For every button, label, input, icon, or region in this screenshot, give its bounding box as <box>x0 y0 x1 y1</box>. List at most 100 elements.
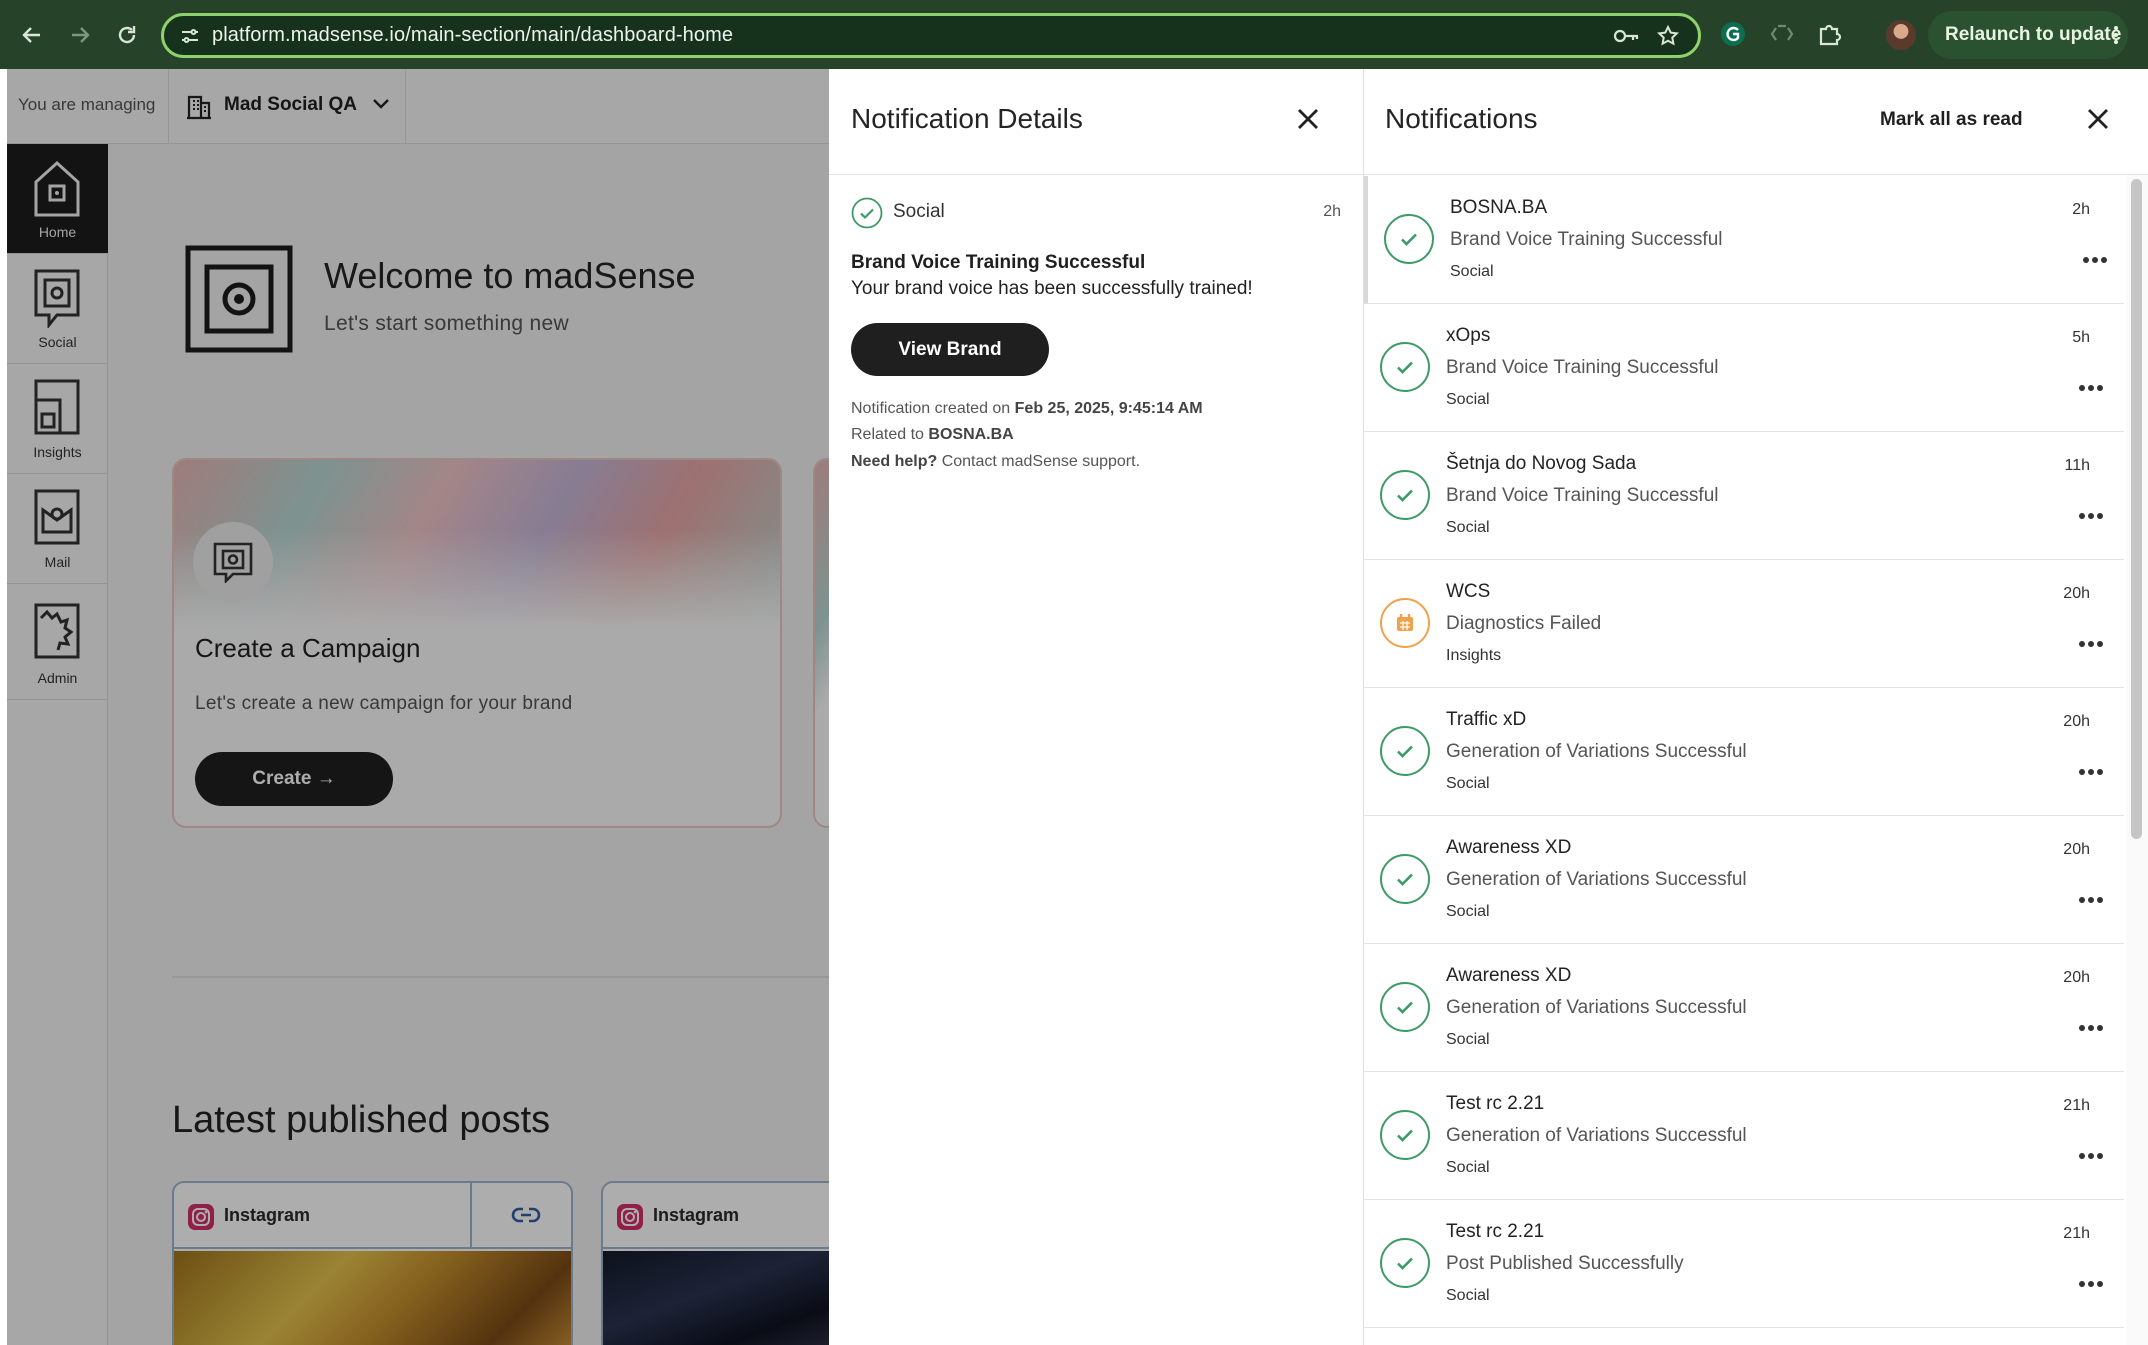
notification-item[interactable]: xOps Brand Voice Training Successful Socia… <box>1364 304 2124 432</box>
success-check-icon <box>851 197 883 229</box>
notification-module: Social <box>1446 519 1490 536</box>
reload-icon[interactable] <box>110 18 144 52</box>
notification-message: Brand Voice Training Successful <box>1446 357 1719 378</box>
notification-message: Generation of Variations Successful <box>1446 741 1747 762</box>
notification-time: 20h <box>2063 585 2090 602</box>
forward-icon[interactable] <box>63 18 97 52</box>
details-source: Social <box>893 201 945 222</box>
details-body: Your brand voice has been successfully t… <box>851 278 1253 299</box>
notification-module: Social <box>1446 1159 1490 1176</box>
notification-item[interactable]: WCS Diagnostics Failed Insights 20h <box>1364 560 2124 688</box>
notification-source: Awareness XD <box>1446 837 1572 858</box>
more-options-icon[interactable] <box>2082 256 2108 264</box>
details-created: Notification created on Feb 25, 2025, 9:… <box>851 400 1203 418</box>
success-check-icon <box>1380 854 1430 904</box>
calendar-warning-icon <box>1380 598 1430 648</box>
details-header: Notification Details <box>829 69 1364 175</box>
success-check-icon <box>1384 214 1434 264</box>
details-title: Notification Details <box>851 103 1083 134</box>
profile-avatar[interactable] <box>1886 20 1916 50</box>
notification-message: Generation of Variations Successful <box>1446 869 1747 890</box>
notification-message: Post Published Successfully <box>1446 1253 1684 1274</box>
more-options-icon[interactable] <box>2078 768 2104 776</box>
notification-module: Social <box>1446 391 1490 408</box>
notification-module: Social <box>1446 775 1490 792</box>
notification-source: Awareness XD <box>1446 965 1572 986</box>
scrollbar-thumb[interactable] <box>2131 179 2142 839</box>
created-prefix: Notification created on <box>851 400 1011 417</box>
notification-source: Traffic xD <box>1446 709 1527 730</box>
site-settings-icon[interactable] <box>180 26 200 46</box>
grammarly-extension-icon[interactable] <box>1719 20 1747 48</box>
success-check-icon <box>1380 982 1430 1032</box>
details-related: Related to BOSNA.BA <box>851 426 1014 444</box>
relaunch-button[interactable]: Relaunch to update <box>1928 11 2128 59</box>
notifications-panel: Notifications Mark all as read BOSNA.BA B… <box>1364 69 2148 1345</box>
modal-overlay[interactable] <box>7 69 829 1345</box>
notification-time: 2h <box>2072 201 2090 218</box>
support-link[interactable]: Contact madSense support. <box>942 453 1140 470</box>
notification-message: Brand Voice Training Successful <box>1450 229 1723 250</box>
browser-menu-icon[interactable] <box>2112 24 2120 46</box>
more-options-icon[interactable] <box>2078 1152 2104 1160</box>
notification-item[interactable]: Traffic xD Generation of Variations Succe… <box>1364 688 2124 816</box>
more-options-icon[interactable] <box>2078 1024 2104 1032</box>
browser-toolbar: platform.madsense.io/main-section/main/d… <box>0 0 2148 69</box>
notification-item[interactable]: Awareness XD Generation of Variations Suc… <box>1364 816 2124 944</box>
notification-source: WCS <box>1446 581 1491 602</box>
view-brand-button[interactable]: View Brand <box>851 323 1049 376</box>
notification-source: Test rc 2.21 <box>1446 1221 1545 1242</box>
notification-item[interactable]: Test rc 2.21 Generation of Variations Suc… <box>1364 1072 2124 1200</box>
notification-source: BOSNA.BA <box>1450 197 1548 218</box>
recycle-extension-icon[interactable] <box>1768 20 1796 48</box>
notification-time: 5h <box>2072 329 2090 346</box>
close-icon[interactable] <box>1296 107 1320 131</box>
notification-item[interactable]: Test rc 2.21 Post Published Successfully S… <box>1364 1200 2124 1328</box>
notification-time: 21h <box>2063 1225 2090 1242</box>
notification-message: Diagnostics Failed <box>1446 613 1602 634</box>
notification-module: Social <box>1446 1031 1490 1048</box>
notification-time: 20h <box>2063 841 2090 858</box>
related-value: BOSNA.BA <box>928 426 1014 443</box>
created-value: Feb 25, 2025, 9:45:14 AM <box>1014 400 1203 417</box>
close-icon[interactable] <box>2086 107 2110 131</box>
notification-message: Generation of Variations Successful <box>1446 1125 1747 1146</box>
notification-item[interactable]: Awareness XD Generation of Variations Suc… <box>1364 944 2124 1072</box>
notification-time: 20h <box>2063 713 2090 730</box>
success-check-icon <box>1380 726 1430 776</box>
notification-source: Šetnja do Novog Sada <box>1446 453 1637 474</box>
more-options-icon[interactable] <box>2078 512 2104 520</box>
extensions-puzzle-icon[interactable] <box>1816 20 1844 48</box>
url-text[interactable]: platform.madsense.io/main-section/main/d… <box>212 24 733 47</box>
mark-all-read-button[interactable]: Mark all as read <box>1880 109 2023 131</box>
more-options-icon[interactable] <box>2078 896 2104 904</box>
more-options-icon[interactable] <box>2078 640 2104 648</box>
notification-item[interactable]: BOSNA.BA Brand Voice Training Successful S… <box>1364 176 2124 304</box>
notification-time: 21h <box>2063 1097 2090 1114</box>
details-help: Need help? Contact madSense support. <box>851 453 1140 471</box>
notification-details-panel: Notification Details Social 2h Brand Voi… <box>829 69 1364 1345</box>
notification-module: Insights <box>1446 647 1502 664</box>
details-time: 2h <box>1323 203 1341 220</box>
bookmark-star-icon[interactable] <box>1656 24 1680 48</box>
details-heading: Brand Voice Training Successful <box>851 252 1146 273</box>
notification-module: Social <box>1446 1287 1490 1304</box>
notification-module: Social <box>1446 903 1490 920</box>
notification-time: 20h <box>2063 969 2090 986</box>
success-check-icon <box>1380 342 1430 392</box>
password-key-icon[interactable] <box>1612 25 1640 47</box>
success-check-icon <box>1380 1110 1430 1160</box>
app-viewport: You are managing Mad Social QA Home Soci… <box>7 69 2148 1345</box>
back-icon[interactable] <box>15 18 49 52</box>
notification-item[interactable]: Šetnja do Novog Sada Brand Voice Training… <box>1364 432 2124 560</box>
notification-source: Test rc 2.21 <box>1446 1093 1545 1114</box>
notification-module: Social <box>1450 263 1494 280</box>
related-prefix: Related to <box>851 426 924 443</box>
more-options-icon[interactable] <box>2078 1280 2104 1288</box>
notification-message: Generation of Variations Successful <box>1446 997 1747 1018</box>
address-bar[interactable]: platform.madsense.io/main-section/main/d… <box>161 13 1701 58</box>
notifications-title: Notifications <box>1385 103 1538 134</box>
more-options-icon[interactable] <box>2078 384 2104 392</box>
notification-message: Brand Voice Training Successful <box>1446 485 1719 506</box>
success-check-icon <box>1380 1238 1430 1288</box>
